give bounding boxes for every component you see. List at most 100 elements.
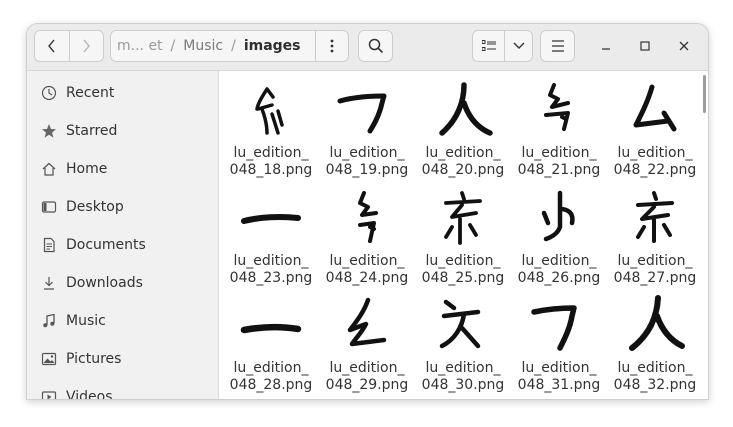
file-name: lu_edition_ 048_28.png (229, 360, 313, 393)
image-thumbnail (240, 79, 302, 141)
picture-icon (40, 350, 58, 368)
sidebar: Recent Starred Home Desktop Documents Do… (27, 71, 219, 400)
list-view-icon (481, 40, 496, 51)
sidebar-item-documents[interactable]: Documents (27, 228, 218, 262)
file-grid: lu_edition_ 048_18.png lu_edition_ 048_19.… (219, 71, 708, 399)
image-thumbnail (624, 294, 686, 356)
file-item[interactable]: lu_edition_ 048_25.png (418, 181, 508, 286)
sidebar-item-videos[interactable]: Videos (27, 380, 218, 400)
file-name: lu_edition_ 048_26.png (517, 253, 601, 286)
file-item[interactable]: lu_edition_ 048_31.png (514, 288, 604, 393)
desktop-icon (40, 198, 58, 216)
file-item[interactable]: lu_edition_ 048_30.png (418, 288, 508, 393)
file-item[interactable]: lu_edition_ 048_23.png (226, 181, 316, 286)
star-icon (40, 122, 58, 140)
music-icon (40, 312, 58, 330)
sidebar-item-music[interactable]: Music (27, 304, 218, 338)
hamburger-menu-icon (551, 40, 564, 52)
file-name: lu_edition_ 048_27.png (613, 253, 697, 286)
search-button[interactable] (358, 30, 393, 62)
document-icon (40, 236, 58, 254)
file-item[interactable]: lu_edition_ 048_32.png (610, 288, 700, 393)
download-icon (40, 274, 58, 292)
file-name: lu_edition_ 048_32.png (613, 360, 697, 393)
breadcrumb-truncated[interactable]: m... et (111, 38, 169, 54)
image-thumbnail (240, 294, 302, 356)
file-item[interactable]: lu_edition_ 048_24.png (322, 181, 412, 286)
main-menu-button[interactable] (540, 30, 575, 62)
chevron-left-icon (47, 39, 55, 53)
sidebar-item-desktop[interactable]: Desktop (27, 190, 218, 224)
file-manager-window: m... et / Music / images Recent Starred … (26, 23, 709, 400)
forward-button[interactable] (68, 31, 104, 61)
chevron-right-icon (83, 39, 91, 53)
close-icon (679, 41, 689, 51)
file-name: lu_edition_ 048_21.png (517, 145, 601, 178)
file-name: lu_edition_ 048_24.png (325, 253, 409, 286)
sidebar-item-pictures[interactable]: Pictures (27, 342, 218, 376)
image-thumbnail (528, 187, 590, 249)
image-thumbnail (432, 79, 494, 141)
file-name: lu_edition_ 048_19.png (325, 145, 409, 178)
file-item[interactable]: lu_edition_ 048_28.png (226, 288, 316, 393)
path-menu-button[interactable] (315, 31, 348, 61)
sidebar-item-label: Videos (66, 389, 113, 400)
view-dropdown-button[interactable] (504, 31, 532, 61)
file-item[interactable]: lu_edition_ 048_21.png (514, 73, 604, 178)
navigation-buttons (34, 30, 104, 62)
file-name: lu_edition_ 048_29.png (325, 360, 409, 393)
maximize-icon (640, 41, 650, 51)
sidebar-item-home[interactable]: Home (27, 152, 218, 186)
maximize-button[interactable] (633, 34, 657, 58)
file-name: lu_edition_ 048_25.png (421, 253, 505, 286)
close-button[interactable] (672, 34, 696, 58)
back-button[interactable] (35, 31, 69, 61)
file-name: lu_edition_ 048_20.png (421, 145, 505, 178)
sidebar-item-recent[interactable]: Recent (27, 76, 218, 110)
file-name: lu_edition_ 048_22.png (613, 145, 697, 178)
minimize-icon (602, 48, 610, 50)
sidebar-item-starred[interactable]: Starred (27, 114, 218, 148)
image-thumbnail (528, 294, 590, 356)
image-thumbnail (336, 79, 398, 141)
file-item[interactable]: lu_edition_ 048_26.png (514, 181, 604, 286)
file-item[interactable]: lu_edition_ 048_27.png (610, 181, 700, 286)
file-item[interactable]: lu_edition_ 048_22.png (610, 73, 700, 178)
image-thumbnail (432, 187, 494, 249)
file-name: lu_edition_ 048_18.png (229, 145, 313, 178)
sidebar-item-label: Desktop (66, 199, 124, 215)
breadcrumb-music[interactable]: Music (177, 38, 229, 54)
image-thumbnail (528, 79, 590, 141)
video-icon (40, 388, 58, 399)
file-item[interactable]: lu_edition_ 048_18.png (226, 73, 316, 178)
list-view-button[interactable] (473, 31, 504, 61)
file-name: lu_edition_ 048_30.png (421, 360, 505, 393)
file-name: lu_edition_ 048_31.png (517, 360, 601, 393)
file-name: lu_edition_ 048_23.png (229, 253, 313, 286)
view-options (472, 30, 533, 62)
file-item[interactable]: lu_edition_ 048_29.png (322, 288, 412, 393)
search-icon (368, 38, 383, 54)
home-icon (40, 160, 58, 178)
image-thumbnail (624, 187, 686, 249)
sidebar-item-label: Recent (66, 85, 115, 101)
image-thumbnail (624, 79, 686, 141)
clock-icon (40, 84, 58, 102)
breadcrumb-images[interactable]: images (238, 38, 307, 54)
path-bar: m... et / Music / images (110, 30, 349, 62)
sidebar-item-label: Pictures (66, 351, 122, 367)
file-item[interactable]: lu_edition_ 048_19.png (322, 73, 412, 178)
file-item[interactable]: lu_edition_ 048_20.png (418, 73, 508, 178)
image-thumbnail (432, 294, 494, 356)
sidebar-item-label: Downloads (66, 275, 143, 291)
header-bar: m... et / Music / images (27, 24, 708, 71)
minimize-button[interactable] (594, 34, 618, 58)
scrollbar[interactable] (703, 75, 706, 113)
image-thumbnail (336, 294, 398, 356)
sidebar-item-label: Home (66, 161, 108, 177)
sidebar-item-label: Starred (66, 123, 118, 139)
sidebar-item-downloads[interactable]: Downloads (27, 266, 218, 300)
breadcrumb-separator: / (231, 38, 236, 54)
image-thumbnail (240, 187, 302, 249)
more-vertical-icon (330, 39, 334, 53)
